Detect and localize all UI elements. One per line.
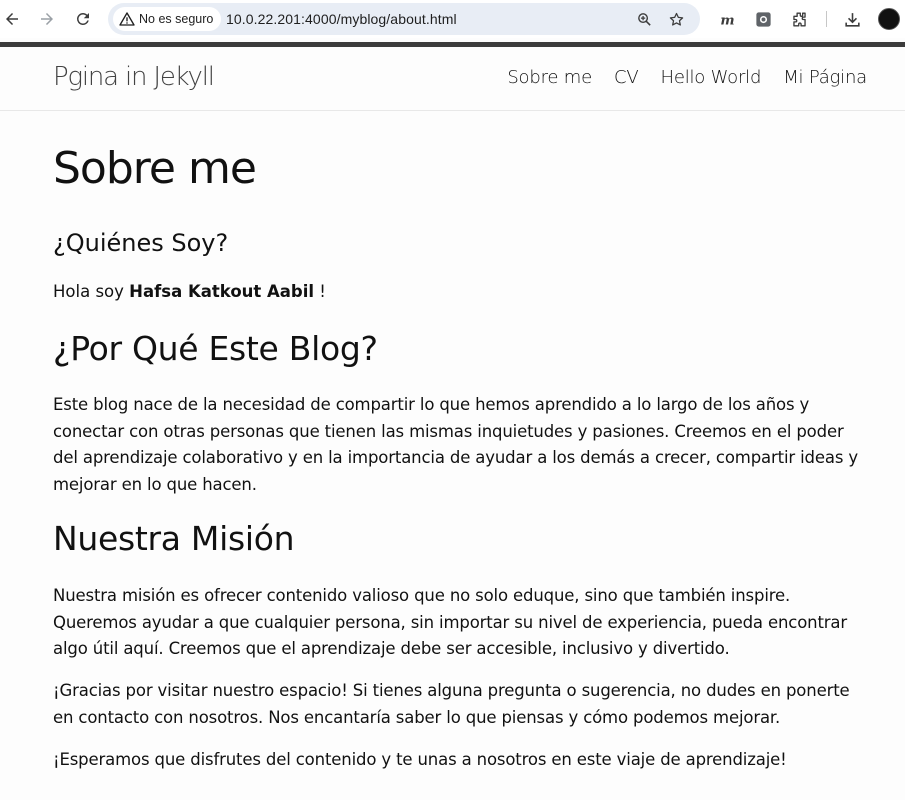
thanks-paragraph: ¡Gracias por visitar nuestro espacio! Si…	[53, 681, 850, 727]
puzzle-icon[interactable]	[788, 8, 810, 30]
warning-icon	[119, 11, 135, 27]
address-bar[interactable]: No es seguro 10.0.22.201:4000/myblog/abo…	[108, 3, 700, 35]
site-nav: Sobre me CV Hello World Mi Página	[507, 67, 867, 88]
site-title-link[interactable]: Pgina in Jekyll	[53, 62, 215, 92]
forward-icon[interactable]	[35, 7, 59, 31]
mission-paragraph: Nuestra misión es ofrecer contenido vali…	[53, 586, 848, 658]
nav-link-hello-world[interactable]: Hello World	[660, 67, 761, 88]
why-paragraph: Este blog nace de la necesidad de compar…	[53, 395, 858, 494]
author-name: Hafsa Katkout Aabil	[129, 282, 315, 301]
download-icon[interactable]	[841, 8, 863, 30]
svg-text:m: m	[720, 12, 734, 28]
nav-link-sobre-me[interactable]: Sobre me	[507, 67, 592, 88]
star-icon[interactable]	[666, 9, 686, 29]
security-label: No es seguro	[139, 12, 214, 26]
back-icon[interactable]	[0, 7, 24, 31]
extension-m-icon[interactable]: m	[716, 8, 738, 30]
intro-prefix: Hola soy	[53, 282, 130, 301]
mission-heading: Nuestra Misión	[53, 519, 295, 558]
url-text[interactable]: 10.0.22.201:4000/myblog/about.html	[226, 11, 457, 27]
toolbar-divider	[826, 11, 827, 27]
nav-link-cv[interactable]: CV	[614, 67, 639, 88]
site-header: Pgina in Jekyll Sobre me CV Hello World …	[0, 47, 905, 111]
avatar[interactable]	[878, 8, 900, 30]
browser-toolbar: No es seguro 10.0.22.201:4000/myblog/abo…	[0, 0, 905, 38]
intro-text: Hola soy Hafsa Katkout Aabil !	[53, 282, 326, 301]
security-chip[interactable]: No es seguro	[113, 7, 222, 31]
zoom-icon[interactable]	[634, 9, 654, 29]
nav-link-mi-pagina[interactable]: Mi Página	[783, 67, 867, 88]
why-heading: ¿Por Qué Este Blog?	[53, 329, 378, 368]
intro-suffix: !	[314, 282, 326, 301]
reload-icon[interactable]	[71, 7, 95, 31]
who-heading: ¿Quiénes Soy?	[53, 229, 229, 257]
extension-camera-icon[interactable]	[752, 8, 774, 30]
closing-paragraph: ¡Esperamos que disfrutes del contenido y…	[53, 750, 787, 769]
page-title: Sobre me	[53, 143, 257, 194]
